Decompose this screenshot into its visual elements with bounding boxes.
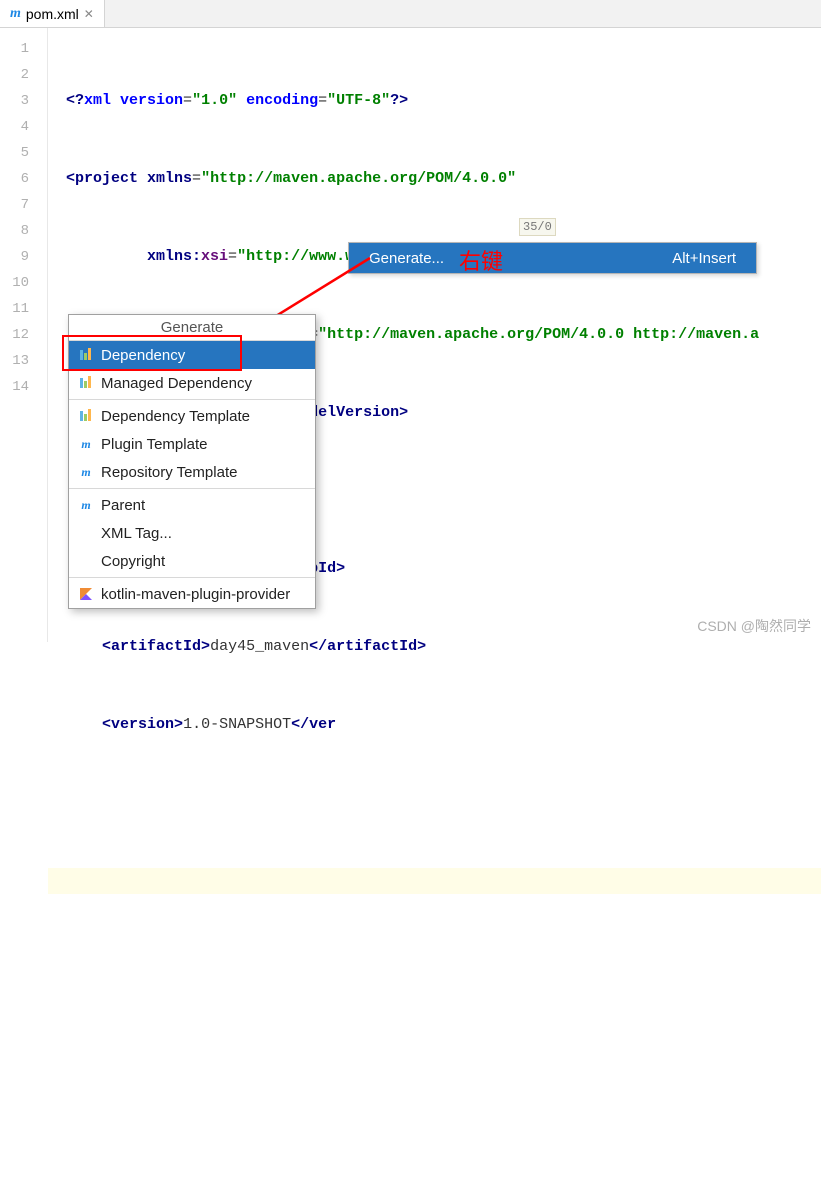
bars-icon: [77, 409, 95, 423]
annotation-text: 右键: [459, 244, 503, 276]
gen-item-managed-dependency[interactable]: Managed Dependency: [69, 369, 315, 397]
line-number: 1: [0, 36, 47, 62]
line-number: 8: [0, 218, 47, 244]
gen-label: XML Tag...: [101, 525, 172, 542]
separator: [69, 488, 315, 489]
gen-item-plugin-template[interactable]: m Plugin Template: [69, 430, 315, 458]
line-number: 2: [0, 62, 47, 88]
gen-item-dependency[interactable]: Dependency: [69, 341, 315, 369]
gen-label: Repository Template: [101, 464, 237, 481]
maven-icon: m: [10, 6, 21, 22]
gen-item-kotlin-provider[interactable]: kotlin-maven-plugin-provider: [69, 580, 315, 608]
kotlin-icon: [77, 587, 95, 601]
bars-icon: [77, 348, 95, 362]
gen-item-repository-template[interactable]: m Repository Template: [69, 458, 315, 486]
popup-title: Generate: [69, 315, 315, 341]
menu-item-generate[interactable]: Generate... Alt+Insert: [349, 243, 756, 273]
hint-remnant: 35/0: [519, 218, 556, 236]
context-menu: Generate... Alt+Insert: [348, 242, 757, 274]
editor-tab-pomxml[interactable]: m pom.xml ✕: [0, 0, 105, 27]
gen-label: Dependency Template: [101, 408, 250, 425]
line-number: 10: [0, 270, 47, 296]
line-number: 11: [0, 296, 47, 322]
line-number: 6: [0, 166, 47, 192]
gen-label: Parent: [101, 497, 145, 514]
menu-shortcut: Alt+Insert: [672, 250, 736, 267]
gen-item-parent[interactable]: m Parent: [69, 491, 315, 519]
line-number: 7: [0, 192, 47, 218]
line-number: 9: [0, 244, 47, 270]
line-number: 14: [0, 374, 47, 400]
gen-item-copyright[interactable]: Copyright: [69, 547, 315, 575]
close-icon[interactable]: ✕: [84, 7, 94, 21]
line-number: 4: [0, 114, 47, 140]
gen-label: Managed Dependency: [101, 375, 252, 392]
maven-small-icon: m: [77, 498, 95, 513]
line-number: 3: [0, 88, 47, 114]
gen-item-xml-tag[interactable]: XML Tag...: [69, 519, 315, 547]
line-number: 13: [0, 348, 47, 374]
generate-popup: Generate Dependency Managed Dependency D…: [68, 314, 316, 609]
line-number: 5: [0, 140, 47, 166]
line-number: 12: [0, 322, 47, 348]
tab-bar: m pom.xml ✕: [0, 0, 821, 28]
gen-item-dependency-template[interactable]: Dependency Template: [69, 402, 315, 430]
maven-small-icon: m: [77, 465, 95, 480]
tab-filename: pom.xml: [26, 6, 79, 22]
gen-label: kotlin-maven-plugin-provider: [101, 586, 290, 603]
maven-small-icon: m: [77, 437, 95, 452]
bars-icon: [77, 376, 95, 390]
separator: [69, 399, 315, 400]
gen-label: Copyright: [101, 553, 165, 570]
menu-label: Generate...: [369, 250, 444, 267]
separator: [69, 577, 315, 578]
watermark: CSDN @陶然同学: [697, 616, 811, 636]
gutter: 1 2 3 4 5 6 7 8 9 10 11 12 13 14: [0, 28, 48, 642]
gen-label: Plugin Template: [101, 436, 207, 453]
gen-label: Dependency: [101, 347, 185, 364]
